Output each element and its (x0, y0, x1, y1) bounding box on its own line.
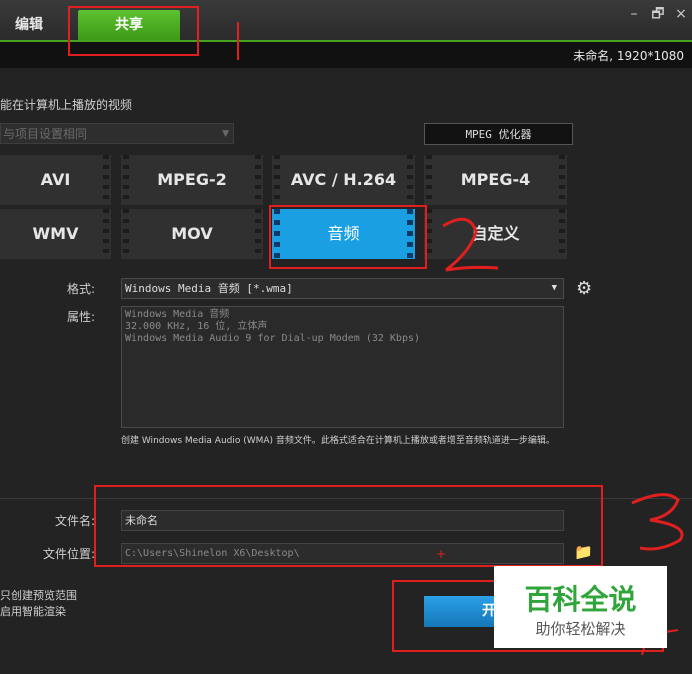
svg-text:+: + (436, 547, 446, 561)
watermark-logo: 百科全说 助你轻松解决 (494, 566, 667, 648)
watermark-subtitle: 助你轻松解决 (535, 620, 626, 638)
watermark-title: 百科全说 (524, 583, 637, 616)
